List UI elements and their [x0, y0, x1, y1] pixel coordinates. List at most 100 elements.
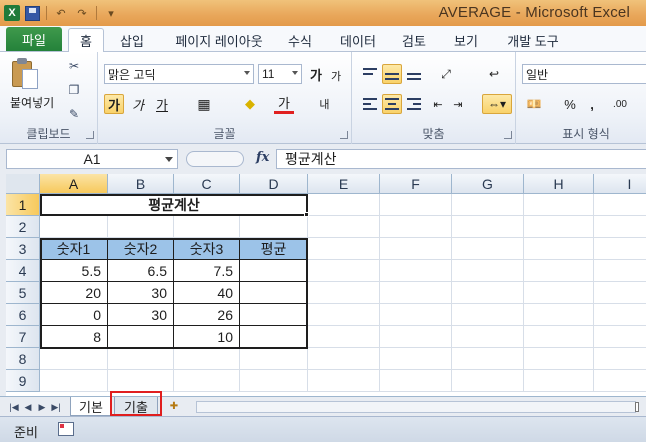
customize-qat-button[interactable]: ▾ [102, 4, 120, 22]
cell-d8[interactable] [240, 348, 308, 370]
tab-formulas[interactable]: 수식 [280, 29, 320, 51]
tab-page-layout[interactable]: 페이지 레이아웃 [164, 29, 274, 51]
row-header-5[interactable]: 5 [6, 282, 40, 304]
underline-button[interactable]: 가 [152, 94, 172, 114]
cell-i6[interactable] [594, 304, 646, 326]
table-data-cell[interactable]: 30 [108, 304, 174, 326]
table-data-cell[interactable] [240, 304, 308, 326]
cell-i5[interactable] [594, 282, 646, 304]
row-header-7[interactable]: 7 [6, 326, 40, 348]
cell-i1[interactable] [594, 194, 646, 216]
table-data-cell[interactable]: 26 [174, 304, 240, 326]
column-header-c[interactable]: C [174, 174, 240, 194]
column-header-e[interactable]: E [308, 174, 380, 194]
select-all-corner[interactable] [6, 174, 40, 194]
borders-icon[interactable]: ▦ [194, 94, 214, 114]
undo-button[interactable]: ↶ [52, 4, 70, 22]
column-header-i[interactable]: I [594, 174, 646, 194]
cell-g2[interactable] [452, 216, 524, 238]
name-box[interactable]: A1 [6, 149, 178, 169]
cell-f9[interactable] [380, 370, 452, 392]
cell-i7[interactable] [594, 326, 646, 348]
font-color-button[interactable]: 가 [274, 94, 294, 114]
cell-d2[interactable] [240, 216, 308, 238]
paste-icon[interactable] [10, 58, 42, 92]
tab-review[interactable]: 검토 [394, 29, 434, 51]
font-launcher-icon[interactable] [340, 131, 348, 139]
cell-h5[interactable] [524, 282, 594, 304]
cell-i2[interactable] [594, 216, 646, 238]
cell-f4[interactable] [380, 260, 452, 282]
row-header-6[interactable]: 6 [6, 304, 40, 326]
cell-h6[interactable] [524, 304, 594, 326]
merge-center-icon[interactable]: ⇔▾ [482, 94, 512, 114]
row-header-9[interactable]: 9 [6, 370, 40, 392]
cell-a2[interactable] [40, 216, 108, 238]
column-header-d[interactable]: D [240, 174, 308, 194]
cell-d9[interactable] [240, 370, 308, 392]
cell-h1[interactable] [524, 194, 594, 216]
fill-handle[interactable] [304, 212, 309, 217]
row-header-1[interactable]: 1 [6, 194, 40, 216]
cell-a8[interactable] [40, 348, 108, 370]
tab-home[interactable]: 홈 [68, 28, 104, 52]
bold-button[interactable]: 가 [104, 94, 124, 114]
cell-f2[interactable] [380, 216, 452, 238]
row-header-8[interactable]: 8 [6, 348, 40, 370]
cell-f7[interactable] [380, 326, 452, 348]
cell-g6[interactable] [452, 304, 524, 326]
cell-e7[interactable] [308, 326, 380, 348]
cell-g8[interactable] [452, 348, 524, 370]
cell-h4[interactable] [524, 260, 594, 282]
cell-e1[interactable] [308, 194, 380, 216]
cell-b2[interactable] [108, 216, 174, 238]
cell-g5[interactable] [452, 282, 524, 304]
column-header-b[interactable]: B [108, 174, 174, 194]
cell-c9[interactable] [174, 370, 240, 392]
horizontal-scroll-thumb[interactable] [635, 402, 639, 412]
insert-function-icon[interactable]: fx [256, 150, 269, 165]
row-header-3[interactable]: 3 [6, 238, 40, 260]
wrap-text-icon[interactable]: ↩ [484, 64, 504, 84]
table-data-cell[interactable]: 0 [40, 304, 108, 326]
macro-record-icon[interactable] [58, 422, 74, 436]
align-left-icon[interactable] [360, 94, 380, 114]
cell-a9[interactable] [40, 370, 108, 392]
next-sheet-icon[interactable]: ▶ [36, 400, 48, 414]
cell-e5[interactable] [308, 282, 380, 304]
tab-developer[interactable]: 개발 도구 [500, 29, 566, 51]
table-data-cell[interactable]: 20 [40, 282, 108, 304]
font-name-select[interactable]: 맑은 고딕 [104, 64, 254, 84]
cell-g4[interactable] [452, 260, 524, 282]
formula-input[interactable]: 평균계산 [276, 149, 646, 169]
cell-g3[interactable] [452, 238, 524, 260]
table-data-cell[interactable] [108, 326, 174, 348]
orientation-icon[interactable]: ⤢ [436, 64, 456, 84]
cell-h2[interactable] [524, 216, 594, 238]
tab-view[interactable]: 보기 [446, 29, 486, 51]
fill-color-icon[interactable]: ◆ [240, 94, 260, 114]
table-header-cell[interactable]: 숫자1 [40, 238, 108, 260]
cell-g9[interactable] [452, 370, 524, 392]
shrink-font-button[interactable]: 가 [326, 66, 346, 86]
row-header-2[interactable]: 2 [6, 216, 40, 238]
font-size-select[interactable]: 11 [258, 64, 302, 84]
table-data-cell[interactable]: 30 [108, 282, 174, 304]
cell-c8[interactable] [174, 348, 240, 370]
cell-f6[interactable] [380, 304, 452, 326]
table-header-cell[interactable]: 평균 [240, 238, 308, 260]
cell-i4[interactable] [594, 260, 646, 282]
align-middle-icon[interactable] [382, 64, 402, 84]
align-top-icon[interactable] [360, 64, 380, 84]
row-header-4[interactable]: 4 [6, 260, 40, 282]
cell-g1[interactable] [452, 194, 524, 216]
column-header-f[interactable]: F [380, 174, 452, 194]
table-data-cell[interactable]: 7.5 [174, 260, 240, 282]
cut-icon[interactable]: ✂ [66, 58, 82, 74]
excel-app-icon[interactable]: X [4, 5, 20, 21]
table-data-cell[interactable] [240, 326, 308, 348]
copy-icon[interactable]: ❐ [66, 82, 82, 98]
percent-style-button[interactable]: % [560, 94, 580, 114]
table-data-cell[interactable]: 8 [40, 326, 108, 348]
table-data-cell[interactable] [240, 282, 308, 304]
